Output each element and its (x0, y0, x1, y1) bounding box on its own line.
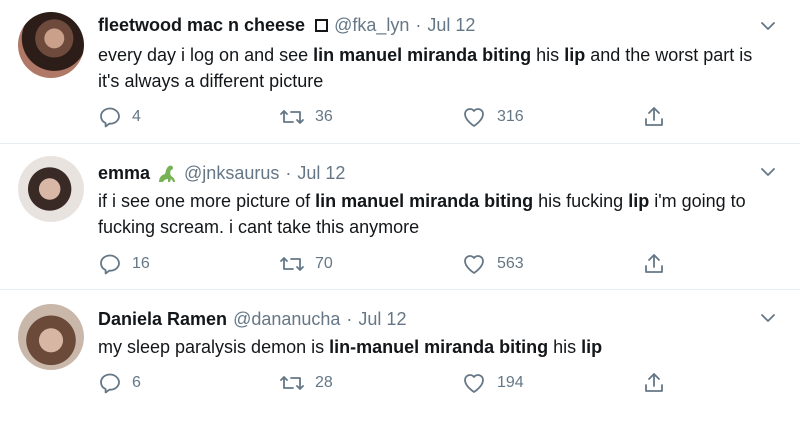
tweet[interactable]: fleetwood mac n cheese @fka_lyn · Jul 12… (0, 0, 800, 144)
share-button[interactable] (642, 252, 666, 276)
tweet-text: my sleep paralysis demon is lin-manuel m… (98, 334, 778, 360)
retweet-icon (280, 257, 304, 271)
tweet-text: every day i log on and see lin manuel mi… (98, 42, 778, 94)
like-button[interactable]: 316 (461, 105, 524, 129)
avatar[interactable] (18, 156, 84, 222)
reply-icon (100, 107, 120, 128)
box-emoji-icon (315, 18, 329, 32)
tweet-date[interactable]: Jul 12 (297, 162, 345, 184)
like-button[interactable]: 194 (461, 371, 524, 395)
retweet-button[interactable]: 70 (279, 252, 333, 276)
reply-button[interactable]: 16 (98, 252, 150, 276)
caret-down-icon[interactable] (760, 164, 776, 180)
user-handle[interactable]: @jnksaurus (184, 162, 279, 184)
reply-button[interactable]: 4 (98, 105, 141, 129)
dinosaur-icon (156, 162, 178, 184)
caret-down-icon[interactable] (760, 310, 776, 326)
text-part: if i see one more picture of (98, 191, 316, 211)
separator-dot: · (346, 309, 353, 329)
reply-count: 4 (132, 108, 141, 125)
text-part: his (531, 45, 565, 65)
text-part-bold: lip (628, 191, 650, 211)
like-icon (464, 374, 484, 393)
reply-icon (100, 373, 120, 394)
reply-count: 16 (132, 255, 150, 272)
display-name[interactable]: emma (98, 162, 150, 184)
tweet[interactable]: emma @jnksaurus · Jul 12 if i see one mo… (0, 144, 800, 290)
text-part-bold: lin-manuel miranda biting (329, 337, 549, 357)
reply-icon (100, 254, 120, 275)
text-part: his fucking (533, 191, 629, 211)
action-bar: 16 70 563 (98, 252, 678, 278)
like-button[interactable]: 563 (461, 252, 524, 276)
user-handle[interactable]: @fka_lyn (334, 14, 409, 36)
display-name[interactable]: fleetwood mac n cheese (98, 14, 305, 36)
retweet-count: 28 (315, 374, 333, 391)
share-icon (645, 107, 663, 126)
retweet-icon (280, 376, 304, 390)
text-part-bold: lin manuel miranda biting (315, 191, 534, 211)
text-part: my sleep paralysis demon is (98, 337, 330, 357)
like-icon (464, 255, 484, 274)
retweet-count: 36 (315, 108, 333, 125)
retweet-icon (280, 110, 304, 124)
tweet[interactable]: Daniela Ramen @dananucha · Jul 12 my sle… (0, 290, 800, 428)
share-icon (645, 254, 663, 273)
reply-button[interactable]: 6 (98, 371, 141, 395)
share-icon (645, 373, 663, 392)
separator-dot: · (415, 15, 422, 35)
tweet-header: fleetwood mac n cheese @fka_lyn · Jul 12 (98, 14, 475, 36)
text-part: every day i log on and see (98, 45, 314, 65)
user-handle[interactable]: @dananucha (233, 308, 340, 330)
separator-dot: · (285, 163, 292, 183)
tweet-header: Daniela Ramen @dananucha · Jul 12 (98, 308, 406, 330)
text-part-bold: lin manuel miranda biting (313, 45, 532, 65)
retweet-count: 70 (315, 255, 333, 272)
text-part-bold: lip (581, 337, 603, 357)
tweet-date[interactable]: Jul 12 (427, 14, 475, 36)
reply-count: 6 (132, 374, 141, 391)
action-bar: 6 28 194 (98, 371, 678, 397)
like-count: 194 (497, 374, 524, 391)
display-name[interactable]: Daniela Ramen (98, 308, 227, 330)
avatar[interactable] (18, 12, 84, 78)
retweet-button[interactable]: 36 (279, 105, 333, 129)
tweet-date[interactable]: Jul 12 (358, 308, 406, 330)
tweet-header: emma @jnksaurus · Jul 12 (98, 162, 345, 184)
like-count: 316 (497, 108, 524, 125)
avatar[interactable] (18, 304, 84, 370)
like-icon (464, 108, 484, 127)
text-part: his (548, 337, 582, 357)
caret-down-icon[interactable] (760, 18, 776, 34)
share-button[interactable] (642, 105, 666, 129)
action-bar: 4 36 316 (98, 105, 678, 131)
text-part-bold: lip (564, 45, 586, 65)
share-button[interactable] (642, 371, 666, 395)
like-count: 563 (497, 255, 524, 272)
tweet-text: if i see one more picture of lin manuel … (98, 188, 778, 240)
retweet-button[interactable]: 28 (279, 371, 333, 395)
